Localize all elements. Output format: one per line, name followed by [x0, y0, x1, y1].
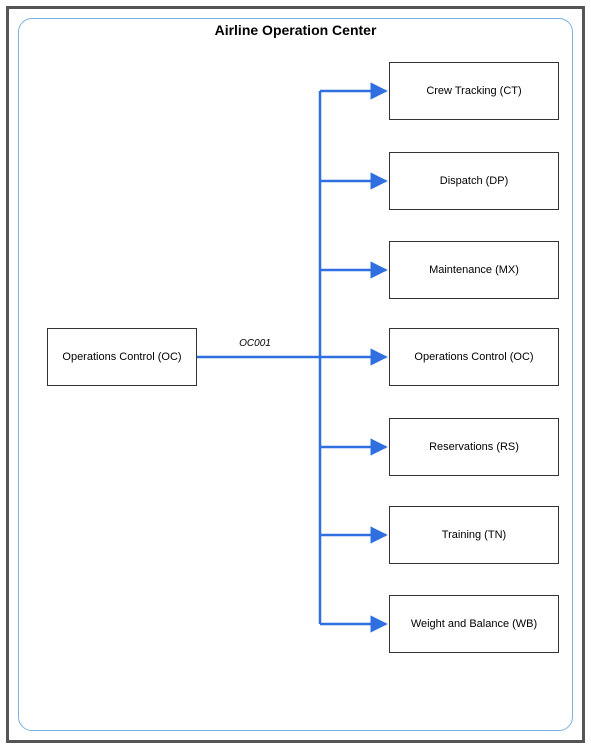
edge-label: OC001 [210, 338, 300, 349]
node-target-operations-control: Operations Control (OC) [389, 328, 559, 386]
node-label: Operations Control (OC) [62, 351, 181, 363]
node-target-crew-tracking: Crew Tracking (CT) [389, 62, 559, 120]
node-label: Training (TN) [442, 529, 506, 541]
node-label: Weight and Balance (WB) [411, 618, 537, 630]
node-label: Operations Control (OC) [414, 351, 533, 363]
node-label: Reservations (RS) [429, 441, 519, 453]
node-label: Dispatch (DP) [440, 175, 508, 187]
diagram-title: Airline Operation Center [0, 22, 591, 38]
node-target-dispatch: Dispatch (DP) [389, 152, 559, 210]
node-target-reservations: Reservations (RS) [389, 418, 559, 476]
node-label: Crew Tracking (CT) [426, 85, 521, 97]
node-label: Maintenance (MX) [429, 264, 519, 276]
node-target-maintenance: Maintenance (MX) [389, 241, 559, 299]
node-target-training: Training (TN) [389, 506, 559, 564]
node-target-weight-balance: Weight and Balance (WB) [389, 595, 559, 653]
node-source-operations-control: Operations Control (OC) [47, 328, 197, 386]
